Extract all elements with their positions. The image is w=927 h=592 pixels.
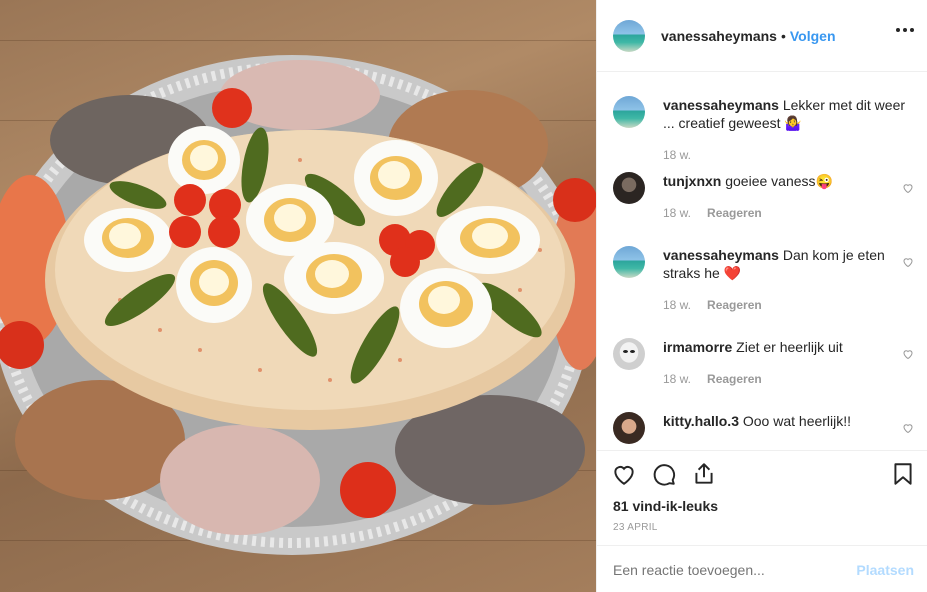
author-avatar[interactable] bbox=[613, 19, 645, 52]
comment-time[interactable]: 18 w. bbox=[663, 148, 691, 162]
food-platter-graphic bbox=[0, 55, 596, 555]
comment-avatar[interactable] bbox=[613, 338, 645, 370]
add-comment-bar: Plaatsen bbox=[597, 545, 927, 592]
comment-username[interactable]: kitty.hallo.3 bbox=[663, 413, 739, 429]
post-image[interactable] bbox=[0, 0, 596, 592]
header-separator: • bbox=[780, 27, 786, 44]
comment-body: kitty.hallo.3 Ooo wat heerlijk!! bbox=[663, 412, 913, 430]
comments-list[interactable]: vanessaheymans Lekker met dit weer ... c… bbox=[597, 72, 927, 450]
reply-button[interactable]: Reageren bbox=[707, 372, 762, 386]
author-username[interactable]: vanessaheymans bbox=[661, 28, 777, 44]
comment-body: irmamorre Ziet er heerlijk uit bbox=[663, 338, 913, 356]
share-icon[interactable] bbox=[691, 461, 717, 487]
comment-meta: 18 w. Reageren bbox=[663, 206, 762, 220]
comment-time[interactable]: 18 w. bbox=[663, 298, 691, 312]
likes-count[interactable]: 81 vind-ik-leuks bbox=[613, 498, 718, 514]
heart-icon[interactable] bbox=[611, 461, 637, 487]
comment-username[interactable]: tunjxnxn bbox=[663, 173, 721, 189]
reply-button[interactable]: Reageren bbox=[707, 206, 762, 220]
comment-username[interactable]: vanessaheymans bbox=[663, 97, 779, 113]
comment-icon[interactable] bbox=[651, 461, 677, 487]
comment-text: Ooo wat heerlijk!! bbox=[742, 413, 852, 429]
comment-avatar[interactable] bbox=[613, 96, 645, 128]
post-details-panel: vanessaheymans • Volgen vanessaheymans L… bbox=[596, 0, 927, 592]
comment-time[interactable]: 18 w. bbox=[663, 372, 691, 386]
like-comment-heart-icon[interactable] bbox=[902, 422, 914, 434]
comment-avatar[interactable] bbox=[613, 412, 645, 444]
bookmark-icon[interactable] bbox=[890, 461, 916, 487]
comment-avatar[interactable] bbox=[613, 246, 645, 278]
comment-time[interactable]: 18 w. bbox=[663, 206, 691, 220]
post-header: vanessaheymans • Volgen bbox=[597, 0, 927, 72]
comment-input[interactable] bbox=[613, 560, 843, 580]
comment-username[interactable]: irmamorre bbox=[663, 339, 732, 355]
comment-meta: 18 w. bbox=[663, 148, 691, 162]
comment-meta: 18 w. Reageren bbox=[663, 372, 762, 386]
reply-button[interactable]: Reageren bbox=[707, 298, 762, 312]
comment-body: vanessaheymans Dan kom je eten straks he… bbox=[663, 246, 913, 282]
post-comment-button[interactable]: Plaatsen bbox=[856, 562, 914, 578]
comment-text: Ziet er heerlijk uit bbox=[736, 339, 843, 355]
comment-text: goeiee vaness😜 bbox=[725, 173, 833, 189]
post-actions: 81 vind-ik-leuks 23 APRIL bbox=[597, 450, 927, 545]
more-options-icon[interactable] bbox=[896, 28, 914, 32]
like-comment-heart-icon[interactable] bbox=[902, 256, 914, 268]
comment-avatar[interactable] bbox=[613, 172, 645, 204]
comment-body: vanessaheymans Lekker met dit weer ... c… bbox=[663, 96, 913, 132]
post-date[interactable]: 23 APRIL bbox=[613, 522, 658, 533]
comment-body: tunjxnxn goeiee vaness😜 bbox=[663, 172, 913, 190]
follow-button[interactable]: Volgen bbox=[790, 28, 836, 44]
like-comment-heart-icon[interactable] bbox=[902, 348, 914, 360]
comment-meta: 18 w. Reageren bbox=[663, 298, 762, 312]
like-comment-heart-icon[interactable] bbox=[902, 182, 914, 194]
comment-username[interactable]: vanessaheymans bbox=[663, 247, 779, 263]
